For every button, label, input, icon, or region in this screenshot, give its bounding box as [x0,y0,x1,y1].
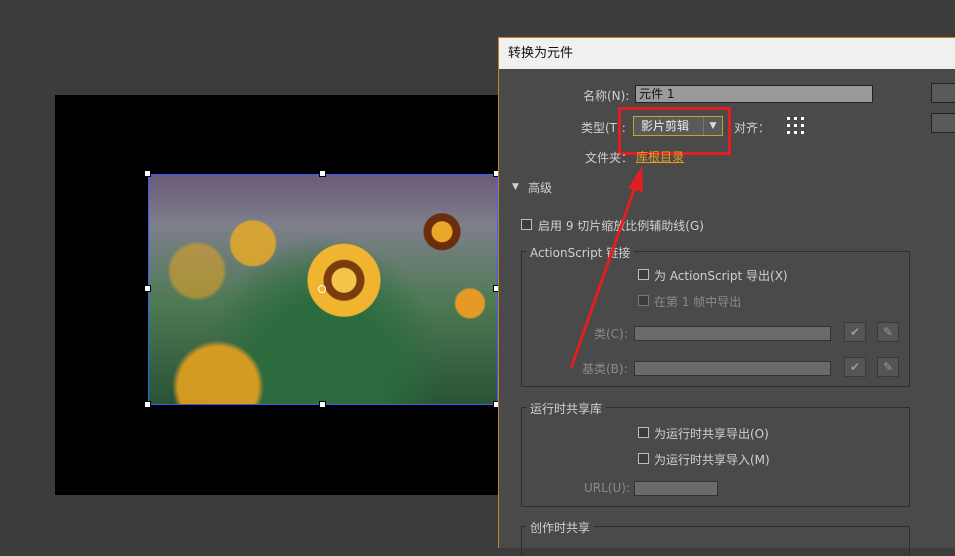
transform-point[interactable] [318,285,326,293]
base-class-input[interactable] [634,361,831,376]
actionscript-group: ActionScript 链接 为 ActionScript 导出(X) 在第 … [521,244,910,387]
enable-9slice-checkbox[interactable] [521,219,532,230]
dialog-title: 转换为元件 [499,38,955,69]
name-field[interactable]: 元件 1 [635,85,873,103]
ok-button[interactable] [931,83,955,103]
folder-label: 文件夹： [585,151,634,165]
validate-class-button[interactable]: ✔ [844,322,866,342]
transform-handle-bl[interactable] [144,401,151,408]
base-class-label: 基类(B): [582,362,628,376]
transform-handle-bc[interactable] [319,401,326,408]
import-runtime-checkbox[interactable] [638,453,649,464]
advanced-toggle[interactable]: 高级 [528,179,552,196]
export-runtime-label: 为运行时共享导出(O) [654,427,769,441]
url-input[interactable] [634,481,718,496]
url-label: URL(U): [584,481,630,495]
pencil-icon: ✎ [882,325,894,339]
export-actionscript-label: 为 ActionScript 导出(X) [654,269,788,283]
transform-handle-ml[interactable] [144,285,151,292]
runtime-shared-library-group: 运行时共享库 为运行时共享导出(O) 为运行时共享导入(M) URL(U): [521,400,910,507]
import-runtime-label: 为运行时共享导入(M) [654,453,770,467]
align-label: 对齐： [734,121,771,135]
runtime-group-title: 运行时共享库 [526,400,607,417]
class-input[interactable] [634,326,831,341]
pencil-icon: ✎ [882,360,894,374]
authoring-shared-group: 创作时共享 [521,519,910,556]
transform-handle-tc[interactable] [319,170,326,177]
cancel-button[interactable] [931,113,955,133]
edit-base-class-button[interactable]: ✎ [877,357,899,377]
export-frame1-label: 在第 1 帧中导出 [654,295,742,309]
export-actionscript-checkbox[interactable] [638,269,649,280]
check-icon: ✔ [849,325,861,339]
check-icon: ✔ [849,360,861,374]
authoring-group-title: 创作时共享 [526,519,595,536]
validate-base-class-button[interactable]: ✔ [844,357,866,377]
edit-class-button[interactable]: ✎ [877,322,899,342]
convert-to-symbol-dialog: 转换为元件 名称(N): 元件 1 类型(T): 影片剪辑 ▼ 对齐： 文件夹：… [498,37,955,556]
export-runtime-checkbox[interactable] [638,427,649,438]
enable-9slice-label: 启用 9 切片缩放比例辅助线(G) [538,219,704,233]
class-label: 类(C): [594,327,628,341]
folder-link[interactable]: 库根目录 [636,148,684,165]
export-frame1-checkbox[interactable] [638,295,649,306]
actionscript-group-title: ActionScript 链接 [526,244,635,261]
transform-handle-tl[interactable] [144,170,151,177]
expand-icon[interactable]: ▼ [512,182,519,192]
name-label: 名称(N): [583,89,630,103]
registration-grid-icon[interactable] [787,117,805,135]
